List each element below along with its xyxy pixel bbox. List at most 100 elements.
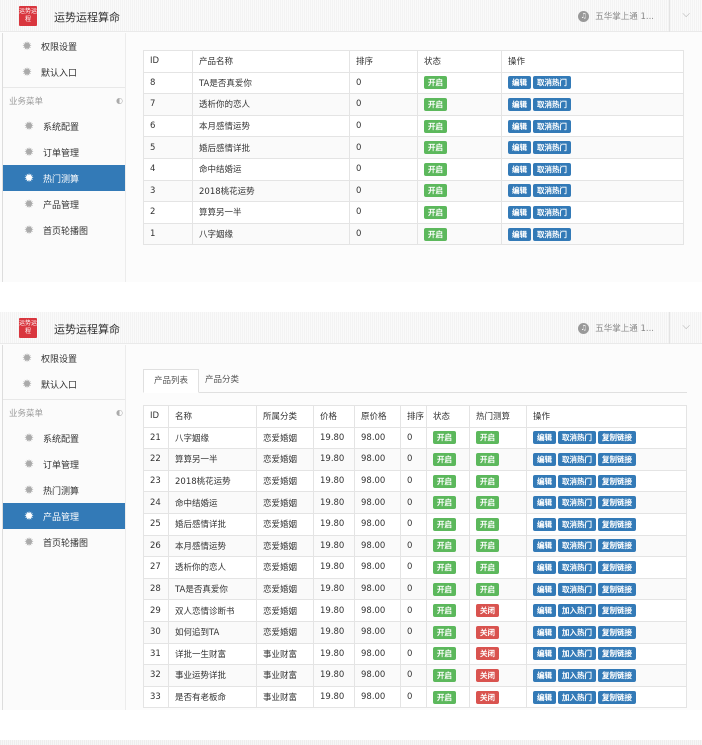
hot-badge[interactable]: 开启 [476,452,499,466]
remove-hot-button[interactable]: 取消热门 [533,141,571,155]
sidebar-item-system-config[interactable]: ✹ 系统配置 [3,425,125,451]
status-badge[interactable]: 开启 [433,431,456,445]
remove-hot-button[interactable]: 取消热门 [558,452,596,466]
edit-button[interactable]: 编辑 [508,76,531,90]
edit-button[interactable]: 编辑 [508,227,531,241]
status-badge[interactable]: 开启 [424,119,447,133]
status-badge[interactable]: 开启 [424,205,447,219]
copy-link-button[interactable]: 复制链接 [598,582,636,596]
edit-button[interactable]: 编辑 [533,496,556,510]
copy-link-button[interactable]: 复制链接 [598,647,636,661]
copy-link-button[interactable]: 复制链接 [598,452,636,466]
edit-button[interactable]: 编辑 [533,647,556,661]
add-hot-button[interactable]: 加入热门 [558,668,596,682]
sidebar-item-products[interactable]: ✹ 产品管理 [3,503,125,529]
edit-button[interactable]: 编辑 [533,474,556,488]
sidebar-item-hot-calc[interactable]: ✹ 热门测算 [3,165,125,191]
add-hot-button[interactable]: 加入热门 [558,604,596,618]
collapse-icon[interactable]: ◐ [116,408,123,417]
sidebar-item-default-entry[interactable]: ✹ 默认入口 [3,59,125,85]
hot-badge[interactable]: 关闭 [476,625,499,639]
sidebar-item-products[interactable]: ✹ 产品管理 [3,191,125,217]
edit-button[interactable]: 编辑 [508,119,531,133]
app-logo[interactable]: 运势运程 [19,6,37,26]
copy-link-button[interactable]: 复制链接 [598,496,636,510]
edit-button[interactable]: 编辑 [508,141,531,155]
edit-button[interactable]: 编辑 [533,560,556,574]
status-badge[interactable]: 开启 [433,517,456,531]
status-badge[interactable]: 开启 [424,227,447,241]
status-badge[interactable]: 开启 [433,668,456,682]
copy-link-button[interactable]: 复制链接 [598,431,636,445]
status-badge[interactable]: 开启 [433,690,456,704]
edit-button[interactable]: 编辑 [533,539,556,553]
edit-button[interactable]: 编辑 [533,431,556,445]
status-badge[interactable]: 开启 [433,582,456,596]
remove-hot-button[interactable]: 取消热门 [558,496,596,510]
edit-button[interactable]: 编辑 [533,582,556,596]
remove-hot-button[interactable]: 取消热门 [558,517,596,531]
status-badge[interactable]: 开启 [433,474,456,488]
tab-product-list[interactable]: 产品列表 [143,369,200,393]
remove-hot-button[interactable]: 取消热门 [558,474,596,488]
hot-badge[interactable]: 关闭 [476,647,499,661]
status-badge[interactable]: 开启 [424,141,447,155]
edit-button[interactable]: 编辑 [533,517,556,531]
sidebar-item-permissions[interactable]: ✹ 权限设置 [3,33,125,59]
status-badge[interactable]: 开启 [433,647,456,661]
hot-badge[interactable]: 开启 [476,474,499,488]
remove-hot-button[interactable]: 取消热门 [533,97,571,111]
add-hot-button[interactable]: 加入热门 [558,690,596,704]
app-logo[interactable]: 运势运程 [19,318,37,338]
collapse-icon[interactable]: ◐ [116,96,123,105]
status-badge[interactable]: 开启 [424,184,447,198]
edit-button[interactable]: 编辑 [533,625,556,639]
copy-link-button[interactable]: 复制链接 [598,668,636,682]
hot-badge[interactable]: 开启 [476,582,499,596]
copy-link-button[interactable]: 复制链接 [598,690,636,704]
edit-button[interactable]: 编辑 [533,604,556,618]
hot-badge[interactable]: 开启 [476,431,499,445]
status-badge[interactable]: 开启 [424,97,447,111]
sidebar-section-business[interactable]: 业务菜单 ◐ [3,87,125,113]
sidebar-item-orders[interactable]: ✹ 订单管理 [3,139,125,165]
chevron-down-icon[interactable]: ⌵ [682,9,690,20]
add-hot-button[interactable]: 加入热门 [558,625,596,639]
user-menu[interactable]: ♫ 五华掌上通 1... [578,322,654,334]
remove-hot-button[interactable]: 取消热门 [558,560,596,574]
status-badge[interactable]: 开启 [433,625,456,639]
copy-link-button[interactable]: 复制链接 [598,560,636,574]
sidebar-section-business[interactable]: 业务菜单 ◐ [3,399,125,425]
status-badge[interactable]: 开启 [433,539,456,553]
remove-hot-button[interactable]: 取消热门 [533,162,571,176]
remove-hot-button[interactable]: 取消热门 [558,582,596,596]
hot-badge[interactable]: 开启 [476,496,499,510]
remove-hot-button[interactable]: 取消热门 [558,431,596,445]
hot-badge[interactable]: 关闭 [476,604,499,618]
remove-hot-button[interactable]: 取消热门 [533,76,571,90]
status-badge[interactable]: 开启 [433,496,456,510]
sidebar-item-carousel[interactable]: ✹ 首页轮播图 [3,529,125,555]
remove-hot-button[interactable]: 取消热门 [533,119,571,133]
status-badge[interactable]: 开启 [424,162,447,176]
hot-badge[interactable]: 关闭 [476,668,499,682]
tab-product-category[interactable]: 产品分类 [195,369,249,393]
copy-link-button[interactable]: 复制链接 [598,474,636,488]
add-hot-button[interactable]: 加入热门 [558,647,596,661]
edit-button[interactable]: 编辑 [533,452,556,466]
sidebar-item-system-config[interactable]: ✹ 系统配置 [3,113,125,139]
sidebar-item-default-entry[interactable]: ✹ 默认入口 [3,371,125,397]
copy-link-button[interactable]: 复制链接 [598,604,636,618]
remove-hot-button[interactable]: 取消热门 [533,227,571,241]
hot-badge[interactable]: 开启 [476,539,499,553]
status-badge[interactable]: 开启 [433,604,456,618]
user-menu[interactable]: ♫ 五华掌上通 1... [578,10,654,22]
sidebar-item-orders[interactable]: ✹ 订单管理 [3,451,125,477]
sidebar-item-hot-calc[interactable]: ✹ 热门测算 [3,477,125,503]
edit-button[interactable]: 编辑 [508,184,531,198]
hot-badge[interactable]: 开启 [476,517,499,531]
remove-hot-button[interactable]: 取消热门 [558,539,596,553]
edit-button[interactable]: 编辑 [508,205,531,219]
edit-button[interactable]: 编辑 [533,690,556,704]
copy-link-button[interactable]: 复制链接 [598,517,636,531]
